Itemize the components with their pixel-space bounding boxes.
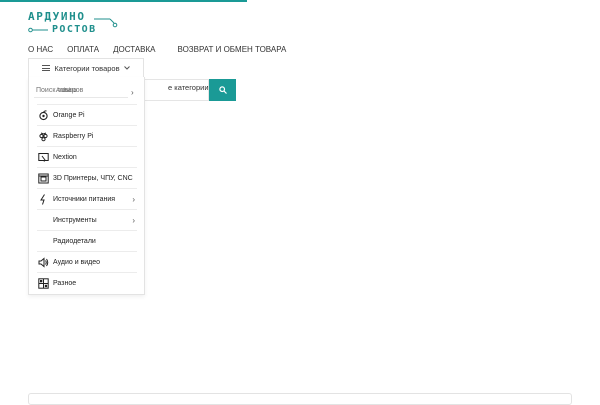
menu-item-raspberry-pi[interactable]: Raspberry Pi [37, 125, 137, 146]
menu-item-tools[interactable]: Инструменты › [37, 209, 137, 230]
footer-panel [28, 393, 572, 405]
3d-printer-icon [37, 172, 49, 184]
menu-item-label: Raspberry Pi [53, 132, 94, 140]
power-supply-icon [37, 193, 49, 205]
raspberry-pi-icon [37, 130, 49, 142]
search-button[interactable] [209, 79, 236, 101]
misc-icon [37, 277, 49, 289]
site-logo[interactable]: АРДУИНО РОСТОВ [28, 10, 118, 38]
speaker-icon [37, 256, 49, 268]
menu-item-label: 3D Принтеры, ЧПУ, CNC [53, 174, 133, 182]
chevron-right-icon: › [131, 88, 134, 97]
search-icon [218, 86, 227, 94]
chevron-right-icon: › [132, 216, 135, 225]
orange-pi-icon [37, 109, 49, 121]
nav-about[interactable]: О НАС [28, 45, 53, 57]
menu-item-3d-printers[interactable]: 3D Принтеры, ЧПУ, CNC [37, 167, 137, 188]
categories-button-label: Категории товаров [54, 63, 120, 73]
nav-delivery[interactable]: ДОСТАВКА [113, 45, 155, 57]
menu-item-label: Orange Pi [53, 111, 85, 119]
menu-item-label: Источники питания [53, 195, 116, 203]
chevron-down-icon [123, 66, 130, 70]
nav-payment[interactable]: ОПЛАТА [67, 45, 99, 57]
menu-item-power-supply[interactable]: Источники питания › [37, 188, 137, 209]
menu-item-label: Радиодетали [53, 237, 96, 245]
menu-item-orange-pi[interactable]: Orange Pi [37, 104, 137, 125]
menu-item-label: Разное [53, 279, 77, 287]
categories-button[interactable]: Категории товаров [28, 58, 144, 77]
menu-item-arduino[interactable]: Arduino [56, 88, 77, 94]
menu-item-label: Аудио и видео [53, 258, 101, 266]
search-input[interactable] [34, 83, 128, 98]
top-accent-bar [0, 0, 247, 2]
categories-dropdown: Orange Pi Raspberry Pi Nextion 3D Принте… [28, 77, 145, 295]
menu-item-label: Инструменты [53, 216, 97, 224]
search-category-label: е категории [168, 83, 209, 92]
circuit-icon [28, 18, 118, 33]
menu-item-nextion[interactable]: Nextion [37, 146, 137, 167]
menu-item-radio-parts[interactable]: Радиодетали [37, 230, 137, 251]
menu-item-misc[interactable]: Разное [37, 272, 137, 293]
chevron-right-icon: › [132, 195, 135, 204]
nextion-icon [37, 151, 49, 163]
menu-item-label: Nextion [53, 153, 77, 161]
nav-returns[interactable]: ВОЗВРАТ И ОБМЕН ТОВАРА [178, 45, 287, 57]
menu-icon [42, 65, 51, 71]
main-nav: О НАС ОПЛАТА ДОСТАВКА ВОЗВРАТ И ОБМЕН ТО… [28, 45, 300, 57]
menu-item-audio-video[interactable]: Аудио и видео [37, 251, 137, 272]
